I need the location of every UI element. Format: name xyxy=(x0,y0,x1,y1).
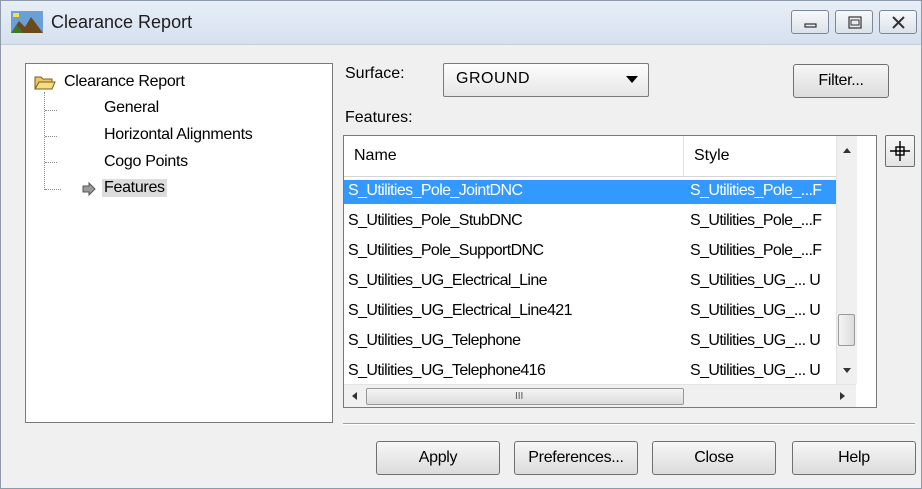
close-icon xyxy=(892,16,905,29)
scroll-right-icon[interactable] xyxy=(840,392,845,400)
scroll-grip: III xyxy=(515,391,524,402)
row-style: S_Utilities_UG_... U xyxy=(690,362,821,379)
tree-item-features[interactable]: Features xyxy=(102,179,167,197)
row-style: S_Utilities_UG_... U xyxy=(690,302,821,319)
title-bar[interactable]: Clearance Report xyxy=(1,1,921,45)
maximize-button[interactable] xyxy=(835,10,873,34)
row-name: S_Utilities_Pole_JointDNC xyxy=(348,182,523,199)
row-name: S_Utilities_UG_Telephone416 xyxy=(348,362,546,379)
crosshair-icon xyxy=(890,141,910,161)
vertical-scrollbar[interactable] xyxy=(836,136,857,384)
surface-dropdown[interactable]: GROUND xyxy=(443,63,649,97)
row-name: S_Utilities_UG_Electrical_Line xyxy=(348,272,548,289)
filter-button[interactable]: Filter... xyxy=(793,64,889,98)
tree-item-cogo-points[interactable]: Cogo Points xyxy=(104,153,188,171)
help-button[interactable]: Help xyxy=(792,441,916,475)
tree-connector xyxy=(45,136,57,137)
app-icon xyxy=(11,11,43,33)
table-row[interactable]: S_Utilities_UG_Electrical_Line421 S_Util… xyxy=(344,300,836,324)
tree-root-label[interactable]: Clearance Report xyxy=(64,73,185,91)
column-header-name[interactable]: Name xyxy=(344,136,684,176)
table-row[interactable]: S_Utilities_UG_Telephone416 S_Utilities_… xyxy=(344,360,836,384)
minimize-icon xyxy=(804,23,817,28)
table-row[interactable]: S_Utilities_Pole_SupportDNC S_Utilities_… xyxy=(344,240,836,264)
preferences-button[interactable]: Preferences... xyxy=(514,441,638,475)
features-label: Features: xyxy=(345,109,413,126)
tree-connector xyxy=(45,162,57,163)
horizontal-scrollbar[interactable]: III xyxy=(344,384,856,407)
scroll-down-icon[interactable] xyxy=(843,368,851,373)
vertical-scroll-thumb[interactable] xyxy=(838,314,855,346)
navigation-tree: Clearance Report General Horizontal Alig… xyxy=(25,63,333,423)
locate-feature-button[interactable] xyxy=(885,135,915,167)
scroll-left-icon[interactable] xyxy=(352,392,357,400)
chevron-down-icon xyxy=(626,76,638,83)
row-style: S_Utilities_Pole_...F xyxy=(690,212,822,229)
row-style: S_Utilities_UG_... U xyxy=(690,332,821,349)
tree-connector xyxy=(45,189,61,190)
scroll-up-icon[interactable] xyxy=(843,148,851,153)
row-name: S_Utilities_Pole_SupportDNC xyxy=(348,242,544,259)
list-header: Name Style xyxy=(344,136,836,177)
tree-connector xyxy=(45,110,57,111)
maximize-icon xyxy=(848,16,862,29)
clearance-report-window: Clearance Report Clearance Report Genera… xyxy=(0,0,922,489)
table-row[interactable]: S_Utilities_UG_Electrical_Line S_Utiliti… xyxy=(344,270,836,294)
apply-button[interactable]: Apply xyxy=(376,441,500,475)
tree-item-horizontal-alignments[interactable]: Horizontal Alignments xyxy=(104,126,253,144)
table-row[interactable]: S_Utilities_Pole_StubDNC S_Utilities_Pol… xyxy=(344,210,836,234)
tree-item-general[interactable]: General xyxy=(104,99,159,117)
window-title: Clearance Report xyxy=(51,12,193,32)
arrow-right-icon xyxy=(82,182,96,196)
features-list: Name Style S_Utilities_Pole_JointDNC S_U… xyxy=(343,135,877,408)
row-style: S_Utilities_UG_... U xyxy=(690,272,821,289)
folder-open-icon xyxy=(34,76,56,90)
row-name: S_Utilities_Pole_StubDNC xyxy=(348,212,523,229)
minimize-button[interactable] xyxy=(791,10,829,34)
tree-connector xyxy=(44,92,45,190)
surface-label: Surface: xyxy=(345,65,405,82)
divider xyxy=(343,423,915,425)
horizontal-scroll-thumb[interactable]: III xyxy=(366,388,684,405)
table-row[interactable]: S_Utilities_Pole_JointDNC S_Utilities_Po… xyxy=(344,180,836,204)
row-name: S_Utilities_UG_Electrical_Line421 xyxy=(348,302,572,319)
row-name: S_Utilities_UG_Telephone xyxy=(348,332,521,349)
row-style: S_Utilities_Pole_...F xyxy=(690,242,822,259)
table-row[interactable]: S_Utilities_UG_Telephone S_Utilities_UG_… xyxy=(344,330,836,354)
close-window-button[interactable] xyxy=(879,10,917,34)
column-header-style[interactable]: Style xyxy=(684,136,836,176)
close-button[interactable]: Close xyxy=(652,441,776,475)
surface-value: GROUND xyxy=(456,70,531,87)
row-style: S_Utilities_Pole_...F xyxy=(690,182,822,199)
